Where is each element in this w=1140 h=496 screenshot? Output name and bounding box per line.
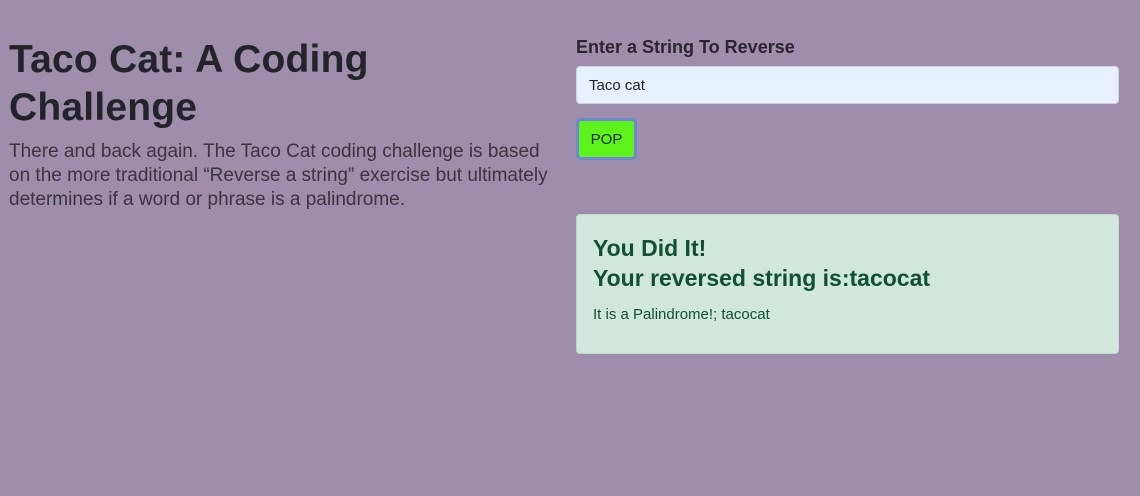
page-title: Taco Cat: A Coding Challenge <box>9 38 369 129</box>
result-message: It is a Palindrome!; tacocat <box>593 306 770 323</box>
intro-section: Taco Cat: A Coding Challenge There and b… <box>9 36 549 212</box>
result-heading: You Did It! Your reversed string is:taco… <box>593 233 1102 293</box>
reverse-form: Enter a String To Reverse POP <box>576 36 1119 160</box>
pop-button[interactable]: POP <box>576 118 637 160</box>
result-alert: You Did It! Your reversed string is:taco… <box>576 214 1119 354</box>
result-heading-success: You Did It! <box>593 235 707 261</box>
page: Taco Cat: A Coding Challenge There and b… <box>0 0 1140 496</box>
result-heading-reversed: Your reversed string is:tacocat <box>593 265 931 291</box>
string-input-label: Enter a String To Reverse <box>576 37 795 57</box>
page-description: There and back again. The Taco Cat codin… <box>9 141 548 210</box>
string-input[interactable] <box>576 66 1119 104</box>
